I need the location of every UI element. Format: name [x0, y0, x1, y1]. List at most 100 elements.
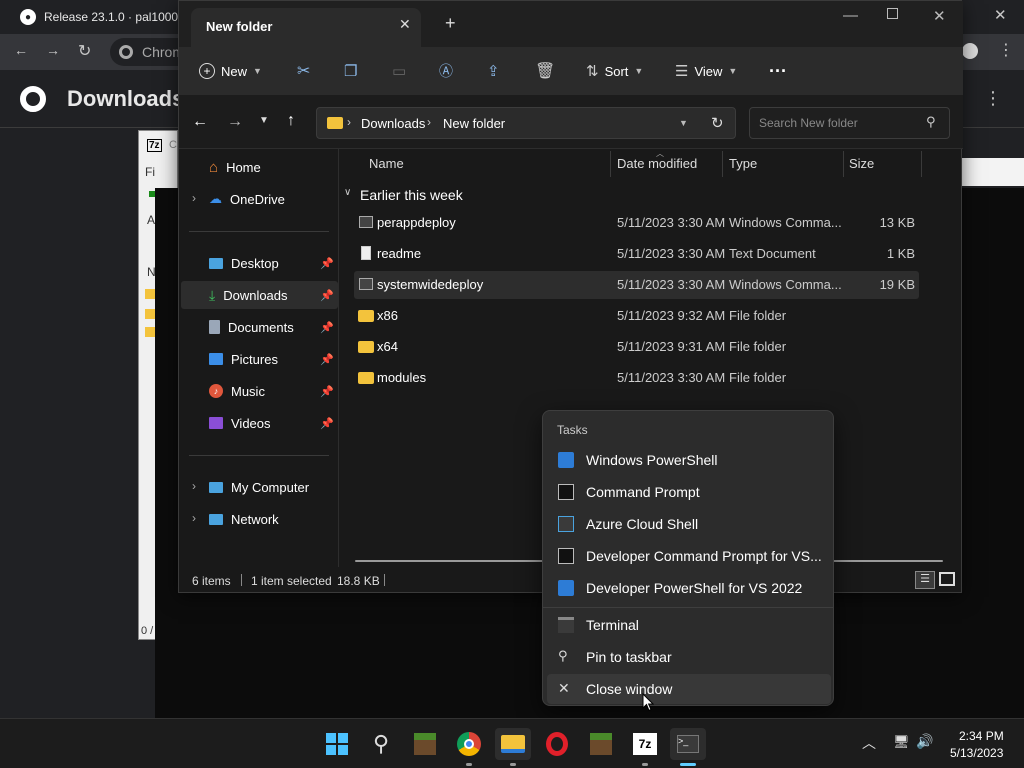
chrome-tab-title[interactable]: Release 23.1.0 · pal1000/r	[44, 10, 185, 24]
column-header-type[interactable]: Type	[729, 156, 757, 171]
new-button[interactable]: + New ▼	[199, 55, 262, 87]
start-button[interactable]	[321, 728, 353, 760]
menu-item-azure-cloud-shell[interactable]: Azure Cloud Shell	[547, 509, 831, 539]
reload-icon[interactable]: ↻	[78, 41, 91, 61]
taskbar-app-minecraft-2[interactable]	[585, 728, 617, 760]
close-tab-icon[interactable]: ✕	[399, 16, 411, 33]
back-arrow-icon[interactable]: ←	[14, 42, 28, 58]
new-tab-icon[interactable]: +	[445, 13, 456, 34]
search-button[interactable]: ⚲	[365, 728, 397, 760]
refresh-icon[interactable]: ↻	[711, 114, 724, 132]
table-row[interactable]: readme 5/11/2023 3:30 AM Text Document 1…	[354, 240, 919, 268]
menu-item-terminal[interactable]: Terminal	[547, 610, 831, 640]
forward-arrow-icon[interactable]: →	[227, 113, 243, 131]
taskbar-app-7zip[interactable]: 7z	[629, 728, 661, 760]
menu-item-command-prompt[interactable]: Command Prompt	[547, 477, 831, 507]
back-arrow-icon[interactable]: ←	[192, 113, 208, 131]
show-hidden-icons-icon[interactable]: ︿	[862, 733, 876, 753]
profile-icon[interactable]	[962, 43, 978, 59]
details-view-icon[interactable]: ☰	[915, 571, 935, 589]
menu-item-developer-powershell[interactable]: Developer PowerShell for VS 2022	[547, 573, 831, 603]
cmd-file-icon	[359, 216, 373, 228]
menu-item-pin-to-taskbar[interactable]: ⚲ Pin to taskbar	[547, 642, 831, 672]
taskbar-app-opera[interactable]	[541, 728, 573, 760]
up-arrow-icon[interactable]: ↑	[287, 112, 295, 130]
taskbar-app-minecraft[interactable]	[409, 728, 441, 760]
folder-icon	[358, 310, 374, 322]
recent-locations-icon[interactable]: ▼	[259, 115, 269, 126]
pin-icon[interactable]: 📌	[320, 353, 334, 366]
explorer-tab[interactable]: New folder ✕	[191, 8, 421, 47]
sidebar-label: Downloads	[223, 287, 288, 303]
grass-block-icon	[414, 733, 436, 755]
pin-icon[interactable]: 📌	[320, 257, 334, 270]
column-header-size[interactable]: Size	[849, 156, 874, 171]
search-input[interactable]: Search New folder	[759, 116, 858, 130]
column-header-name[interactable]: Name	[369, 156, 404, 171]
table-row-selected[interactable]: systemwidedeploy 5/11/2023 3:30 AM Windo…	[354, 271, 919, 299]
forward-arrow-icon[interactable]: →	[46, 42, 60, 58]
pin-icon[interactable]: 📌	[320, 417, 334, 430]
rename-icon[interactable]: Ⓐ	[439, 55, 453, 87]
chevron-down-icon[interactable]: ▼	[679, 118, 688, 128]
search-box[interactable]: Search New folder ⚲	[749, 107, 950, 139]
clock-date[interactable]: 5/13/2023	[950, 746, 1003, 760]
delete-icon[interactable]: 🗑	[535, 55, 555, 87]
group-collapse-icon[interactable]: ∨	[344, 187, 351, 198]
chrome-close-icon[interactable]: ✕	[994, 6, 1007, 24]
sidebar-item-desktop[interactable]: Desktop	[209, 249, 333, 277]
expand-chevron-icon[interactable]: ›	[192, 191, 196, 205]
expand-chevron-icon[interactable]: ›	[192, 479, 196, 493]
copy-icon[interactable]: ❐	[344, 55, 357, 87]
menu-item-close-window[interactable]: ✕ Close window	[547, 674, 831, 704]
taskbar-app-terminal[interactable]: >_	[670, 728, 706, 760]
pin-icon[interactable]: 📌	[320, 385, 334, 398]
sidebar-item-network[interactable]: Network	[209, 505, 333, 533]
status-divider	[241, 574, 242, 586]
pin-icon[interactable]: 📌	[320, 321, 334, 334]
breadcrumb-downloads[interactable]: Downloads	[361, 116, 425, 131]
network-icon[interactable]: 🖥	[893, 734, 910, 750]
sidebar-item-onedrive[interactable]: ☁ OneDrive	[209, 185, 333, 213]
address-bar[interactable]: › Downloads › New folder ▼ ↻	[316, 107, 736, 139]
expand-chevron-icon[interactable]: ›	[192, 511, 196, 525]
sidebar-item-music[interactable]: ♪ Music	[209, 377, 333, 405]
file-name: perappdeploy	[377, 215, 456, 230]
explorer-tab-title: New folder	[206, 19, 273, 34]
sort-button[interactable]: ⇅ Sort ▼	[586, 55, 643, 87]
volume-icon[interactable]: 🔊	[916, 733, 933, 750]
table-row[interactable]: x86 5/11/2023 9:32 AM File folder	[354, 302, 919, 330]
table-row[interactable]: modules 5/11/2023 3:30 AM File folder	[354, 364, 919, 392]
more-options-icon[interactable]: ···	[769, 55, 787, 87]
maximize-icon[interactable]	[887, 8, 898, 19]
sidebar-item-downloads[interactable]: ⤓ Downloads	[209, 281, 333, 309]
clock-time[interactable]: 2:34 PM	[959, 729, 1004, 743]
sidebar-item-my-computer[interactable]: My Computer	[209, 473, 333, 501]
view-button[interactable]: ☰ View ▼	[675, 55, 737, 87]
menu-item-developer-command-prompt[interactable]: Developer Command Prompt for VS...	[547, 541, 831, 571]
minimize-icon[interactable]: —	[843, 7, 858, 24]
taskbar-app-file-explorer[interactable]	[495, 728, 531, 760]
share-icon[interactable]: ⇪	[487, 55, 500, 87]
sidebar-item-home[interactable]: ⌂ Home	[209, 153, 333, 181]
taskbar-app-chrome[interactable]	[453, 728, 485, 760]
file-type: Text Document	[729, 246, 816, 261]
cut-icon[interactable]: ✂	[297, 55, 310, 87]
table-row[interactable]: x64 5/11/2023 9:31 AM File folder	[354, 333, 919, 361]
omnibox[interactable]: Chrom	[110, 38, 184, 66]
breadcrumb-new-folder[interactable]: New folder	[443, 116, 505, 131]
chevron-down-icon: ▼	[634, 66, 644, 76]
menu-item-windows-powershell[interactable]: Windows PowerShell	[547, 445, 831, 475]
downloads-menu-icon[interactable]: ⋮	[984, 88, 1002, 109]
sidebar-item-documents[interactable]: Documents	[209, 313, 333, 341]
text-file-icon	[361, 246, 371, 260]
chrome-menu-icon[interactable]: ⋮	[998, 40, 1014, 60]
sidebar-item-videos[interactable]: Videos	[209, 409, 333, 437]
sidebar-item-pictures[interactable]: Pictures	[209, 345, 333, 373]
group-header[interactable]: Earlier this week	[360, 187, 463, 203]
table-row[interactable]: perappdeploy 5/11/2023 3:30 AM Windows C…	[354, 209, 919, 237]
tiles-view-icon[interactable]	[939, 572, 955, 586]
column-header-date[interactable]: Date modified	[617, 156, 697, 171]
close-window-icon[interactable]: ✕	[933, 7, 946, 25]
pin-icon[interactable]: 📌	[320, 289, 334, 302]
